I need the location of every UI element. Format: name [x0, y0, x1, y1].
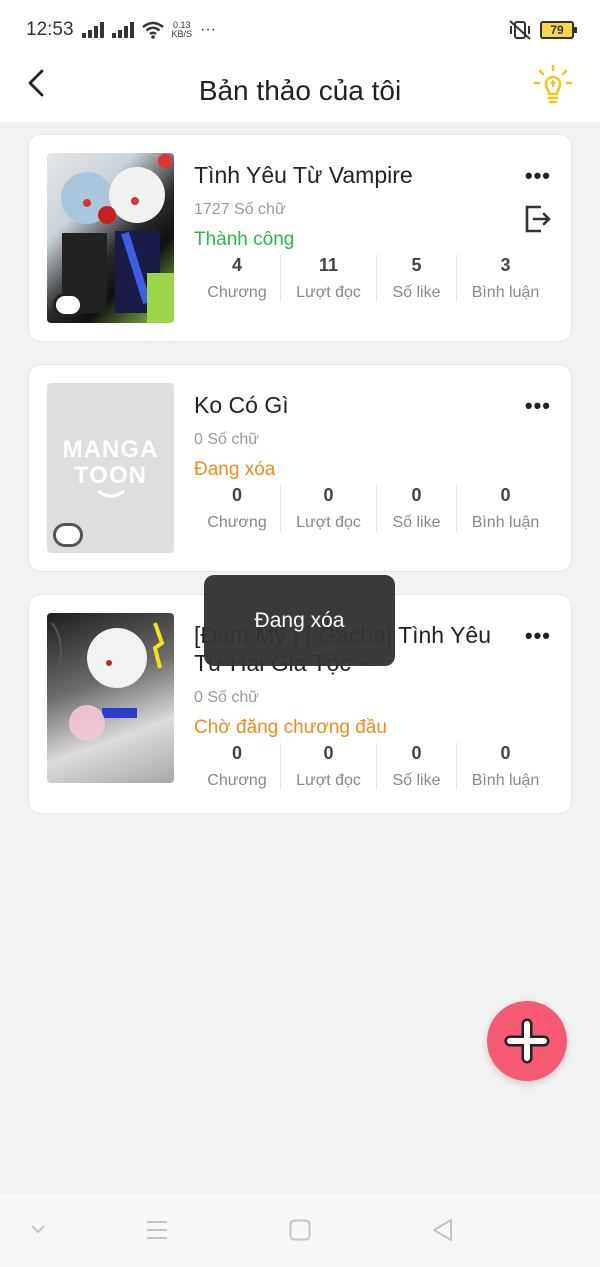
cover-placeholder[interactable]: MANGA TOON	[47, 383, 174, 553]
stat-value: 0	[500, 485, 511, 505]
wifi-icon	[141, 21, 164, 39]
stat-reads: 0 Lượt đọc	[280, 743, 376, 790]
lightbulb-icon[interactable]	[532, 64, 574, 106]
more-options-button[interactable]: •••	[525, 163, 551, 189]
clock: 12:53	[26, 19, 74, 40]
more-options-button[interactable]: •••	[525, 393, 551, 419]
draft-card[interactable]: Tình Yêu Từ Vampire ••• 1727 Số chữ Thàn…	[28, 134, 572, 342]
placeholder-logo-text: MANGA	[62, 436, 159, 463]
net-speed: 0.13 KB/S	[172, 21, 193, 39]
smile-icon	[96, 489, 125, 498]
stat-label: Số like	[392, 284, 441, 301]
back-triangle-icon[interactable]	[431, 1218, 453, 1242]
stat-label: Chương	[207, 772, 267, 789]
stat-value: 3	[500, 255, 511, 275]
stat-chapters: 0 Chương	[194, 743, 280, 790]
stat-value: 0	[411, 485, 422, 505]
stat-likes: 5 Số like	[376, 255, 456, 302]
signal-icon-2	[111, 22, 134, 38]
word-count: 0 Số chữ	[194, 431, 259, 448]
mute-vibrate-icon	[509, 20, 531, 40]
menu-icon[interactable]	[146, 1220, 168, 1240]
status-bar: 12:53 0.13 KB/S ··· 79	[0, 0, 600, 60]
stat-value: 0	[231, 485, 242, 505]
page-title: Bản thảo của tôi	[198, 75, 402, 106]
status-label: Chờ đăng chương đầu	[194, 717, 387, 738]
toast-message: Đang xóa	[204, 575, 395, 666]
stat-value: 0	[411, 743, 422, 763]
battery-icon: 79	[540, 21, 577, 39]
status-label: Thành công	[194, 229, 295, 250]
stat-value: 5	[411, 255, 422, 275]
stat-label: Bình luận	[471, 284, 540, 301]
stat-reads: 0 Lượt đọc	[280, 485, 376, 532]
stat-label: Bình luận	[471, 772, 540, 789]
battery-level: 79	[550, 23, 564, 37]
cover-image[interactable]	[47, 153, 174, 323]
stat-likes: 0 Số like	[376, 485, 456, 532]
add-draft-button[interactable]	[487, 1001, 567, 1081]
stat-comments: 0 Bình luận	[456, 743, 554, 790]
net-speed-unit: KB/S	[171, 29, 193, 39]
draft-card[interactable]: MANGA TOON Ko Có Gì ••• 0 Số chữ Đang xó…	[28, 364, 572, 572]
word-count: 0 Số chữ	[194, 689, 259, 706]
stat-reads: 11 Lượt đọc	[280, 255, 376, 302]
stat-label: Bình luận	[471, 514, 540, 531]
stats-row: 0 Chương 0 Lượt đọc 0 Số like 0 Bình luận	[194, 485, 554, 532]
plus-icon	[504, 1018, 550, 1064]
draft-title[interactable]: Tình Yêu Từ Vampire	[194, 161, 514, 189]
signal-icon	[81, 22, 104, 38]
stat-value: 4	[231, 255, 242, 275]
comment-badge-icon	[53, 293, 83, 317]
stat-value: 11	[318, 255, 339, 275]
draft-title[interactable]: Ko Có Gì	[194, 391, 514, 419]
stat-value: 0	[323, 743, 334, 763]
app-header: Bản thảo của tôi	[0, 60, 600, 122]
export-icon[interactable]	[521, 203, 553, 235]
status-more: ···	[200, 21, 217, 38]
stat-label: Chương	[207, 284, 267, 301]
stat-value: 0	[500, 743, 511, 763]
stat-label: Lượt đọc	[296, 284, 361, 301]
stat-label: Số like	[392, 772, 441, 789]
comment-badge-icon	[53, 523, 83, 547]
stats-row: 0 Chương 0 Lượt đọc 0 Số like 0 Bình luận	[194, 743, 554, 790]
stat-label: Số like	[392, 514, 441, 531]
stat-value: 0	[231, 743, 242, 763]
stats-row: 4 Chương 11 Lượt đọc 5 Số like 3 Bình luận	[194, 255, 554, 302]
home-icon[interactable]	[289, 1219, 311, 1241]
system-nav-bar	[0, 1194, 600, 1267]
stat-likes: 0 Số like	[376, 743, 456, 790]
stat-chapters: 0 Chương	[194, 485, 280, 532]
chevron-down-icon[interactable]	[30, 1224, 46, 1234]
word-count: 1727 Số chữ	[194, 201, 286, 218]
more-options-button[interactable]: •••	[525, 623, 551, 649]
placeholder-logo-text-2: TOON	[74, 462, 147, 489]
status-label: Đang xóa	[194, 459, 276, 480]
stat-label: Lượt đọc	[296, 514, 361, 531]
cover-image[interactable]	[47, 613, 174, 783]
back-arrow-icon[interactable]	[22, 68, 52, 98]
stat-value: 0	[323, 485, 334, 505]
stat-label: Lượt đọc	[296, 772, 361, 789]
stat-chapters: 4 Chương	[194, 255, 280, 302]
stat-comments: 3 Bình luận	[456, 255, 554, 302]
cover-illustration	[51, 622, 165, 741]
stat-label: Chương	[207, 514, 267, 531]
stat-comments: 0 Bình luận	[456, 485, 554, 532]
